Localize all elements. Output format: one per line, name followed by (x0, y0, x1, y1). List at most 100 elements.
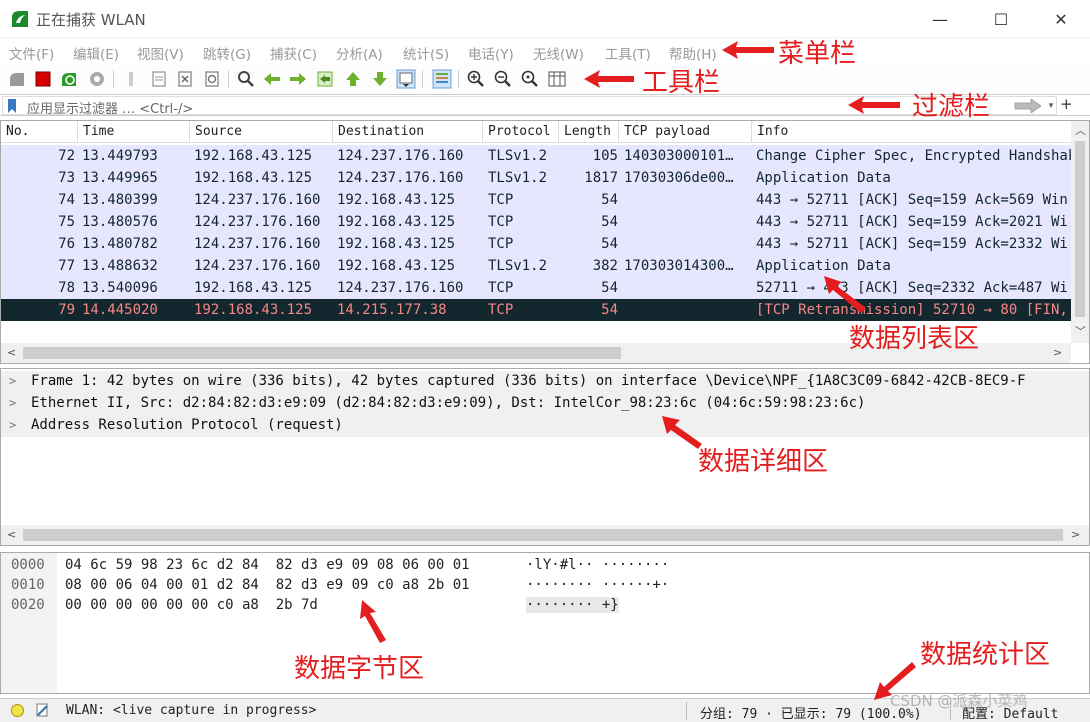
annotation-menubar-label: 菜单栏 (778, 39, 857, 69)
scroll-left-icon[interactable]: < (7, 346, 16, 359)
zoom-out-icon[interactable] (493, 69, 513, 89)
bookmark-icon[interactable] (7, 99, 17, 113)
column-header-tcp-payload[interactable]: TCP payload (619, 121, 752, 143)
cell-protocol: TLSv1.2 (488, 148, 548, 164)
menu-capture[interactable]: 捕获(C) (270, 43, 317, 63)
packet-details-pane[interactable]: > Frame 1: 42 bytes on wire (336 bits), … (0, 368, 1090, 546)
cell-destination: 124.237.176.160 (337, 280, 464, 296)
column-header-info[interactable]: Info (752, 121, 1071, 143)
cell-time: 13.540096 (82, 280, 158, 296)
hscroll-thumb[interactable] (23, 529, 1063, 541)
details-hscroll[interactable]: < > (1, 525, 1089, 545)
vscroll-thumb[interactable] (1075, 141, 1085, 317)
cell-source: 124.237.176.160 (194, 258, 321, 274)
capture-options-icon[interactable] (87, 69, 107, 89)
bytes-offset-gutter (1, 553, 57, 693)
title-bar: 正在捕获 WLAN — ☐ ✕ (0, 0, 1090, 38)
byte-ascii[interactable]: ·lY·#l·· ········ (526, 557, 669, 573)
expand-chevron-icon[interactable]: > (9, 396, 16, 410)
packet-row[interactable]: 72 13.449793 192.168.43.125 124.237.176.160… (1, 145, 1071, 167)
resize-columns-icon[interactable] (547, 69, 567, 89)
expert-info-icon[interactable] (10, 703, 25, 718)
byte-hex[interactable]: 00 00 00 00 00 00 c0 a8 2b 7d (65, 597, 318, 613)
menu-statistics[interactable]: 统计(S) (403, 43, 449, 63)
filter-history-dropdown[interactable]: ▾ (1044, 99, 1058, 113)
byte-hex[interactable]: 04 6c 59 98 23 6c d2 84 82 d3 e9 09 08 0… (65, 557, 470, 573)
packet-row[interactable]: 74 13.480399 124.237.176.160 192.168.43.125… (1, 189, 1071, 211)
find-packet-icon[interactable] (236, 69, 256, 89)
menu-view[interactable]: 视图(V) (137, 43, 184, 63)
byte-ascii[interactable]: ········ ······+· (526, 577, 669, 593)
scroll-right-icon[interactable]: > (1071, 528, 1080, 541)
column-header-source[interactable]: Source (190, 121, 333, 143)
cell-no: 74 (58, 192, 75, 208)
column-header-no[interactable]: No. (1, 121, 78, 143)
menu-file[interactable]: 文件(F) (9, 43, 54, 63)
capture-comment-icon[interactable] (34, 702, 50, 718)
reload-file-icon[interactable] (202, 69, 222, 89)
restart-capture-icon[interactable] (59, 69, 79, 89)
scroll-right-icon[interactable]: > (1053, 346, 1062, 359)
colorize-icon[interactable] (432, 69, 452, 89)
packet-row[interactable]: 78 13.540096 192.168.43.125 124.237.176.160… (1, 277, 1071, 299)
open-file-icon[interactable] (121, 69, 141, 89)
cell-tcp-payload: 17030306de00… (624, 170, 734, 186)
packet-list-vscroll[interactable]: ︿ ﹀ (1071, 121, 1089, 343)
scroll-down-icon[interactable]: ﹀ (1075, 323, 1086, 339)
go-to-packet-icon[interactable] (315, 69, 335, 89)
add-filter-button[interactable]: + (1060, 95, 1073, 113)
go-first-packet-icon[interactable] (343, 69, 363, 89)
cell-length: 54 (601, 214, 618, 230)
menu-analyze[interactable]: 分析(A) (336, 43, 383, 63)
column-header-destination[interactable]: Destination (333, 121, 483, 143)
column-header-protocol[interactable]: Protocol (483, 121, 559, 143)
save-file-icon[interactable] (149, 69, 169, 89)
cell-protocol: TCP (488, 280, 514, 296)
annotation-arrow-icon (360, 600, 386, 643)
menu-edit[interactable]: 编辑(E) (73, 43, 119, 63)
zoom-in-icon[interactable] (466, 69, 486, 89)
detail-ethernet-row[interactable]: > Ethernet II, Src: d2:84:82:d3:e9:09 (d… (1, 393, 1089, 415)
zoom-normal-icon[interactable] (520, 69, 540, 89)
close-file-icon[interactable] (175, 69, 195, 89)
go-last-packet-icon[interactable] (370, 69, 390, 89)
menu-tools[interactable]: 工具(T) (605, 43, 651, 63)
byte-hex[interactable]: 08 00 06 04 00 01 d2 84 82 d3 e9 09 c0 a… (65, 577, 470, 593)
apply-filter-arrow-icon[interactable] (1013, 99, 1043, 113)
packet-row[interactable]: 75 13.480576 124.237.176.160 192.168.43.125… (1, 211, 1071, 233)
detail-arp-row[interactable]: > Address Resolution Protocol (request) (1, 415, 1089, 437)
wireshark-logo-icon (12, 11, 28, 27)
packet-row[interactable]: 76 13.480782 124.237.176.160 192.168.43.125… (1, 233, 1071, 255)
detail-arp-text: Address Resolution Protocol (request) (31, 417, 343, 433)
column-header-time[interactable]: Time (78, 121, 190, 143)
scroll-up-icon[interactable]: ︿ (1075, 122, 1086, 138)
scroll-left-icon[interactable]: < (7, 528, 16, 541)
cell-time: 14.445020 (82, 302, 158, 318)
menu-help[interactable]: 帮助(H) (669, 43, 717, 63)
menu-go[interactable]: 跳转(G) (203, 43, 251, 63)
expand-chevron-icon[interactable]: > (9, 418, 16, 432)
cell-no: 76 (58, 236, 75, 252)
menu-telephony[interactable]: 电话(Y) (468, 43, 514, 63)
minimize-button[interactable]: — (909, 0, 971, 38)
byte-ascii[interactable]: ········ +} (526, 597, 619, 613)
packet-bytes-pane[interactable]: 0000 04 6c 59 98 23 6c d2 84 82 d3 e9 09… (0, 552, 1090, 694)
packet-row[interactable]: 73 13.449965 192.168.43.125 124.237.176.160… (1, 167, 1071, 189)
expand-chevron-icon[interactable]: > (9, 374, 16, 388)
cell-tcp-payload (624, 211, 750, 233)
stop-capture-icon[interactable] (33, 69, 53, 89)
close-button[interactable]: ✕ (1030, 0, 1090, 38)
start-capture-icon[interactable] (7, 69, 27, 89)
maximize-button[interactable]: ☐ (970, 0, 1032, 38)
autoscroll-icon[interactable] (396, 69, 416, 89)
go-back-icon[interactable] (262, 69, 282, 89)
packet-row[interactable]: 77 13.488632 124.237.176.160 192.168.43.125… (1, 255, 1071, 277)
detail-frame-text: Frame 1: 42 bytes on wire (336 bits), 42… (31, 373, 1026, 389)
column-header-length[interactable]: Length (559, 121, 619, 143)
menu-wireless[interactable]: 无线(W) (533, 43, 584, 63)
detail-frame-row[interactable]: > Frame 1: 42 bytes on wire (336 bits), … (1, 371, 1089, 393)
go-forward-icon[interactable] (288, 69, 308, 89)
cell-protocol: TLSv1.2 (488, 258, 548, 274)
cell-destination: 14.215.177.38 (337, 302, 447, 318)
hscroll-thumb[interactable] (23, 347, 621, 359)
